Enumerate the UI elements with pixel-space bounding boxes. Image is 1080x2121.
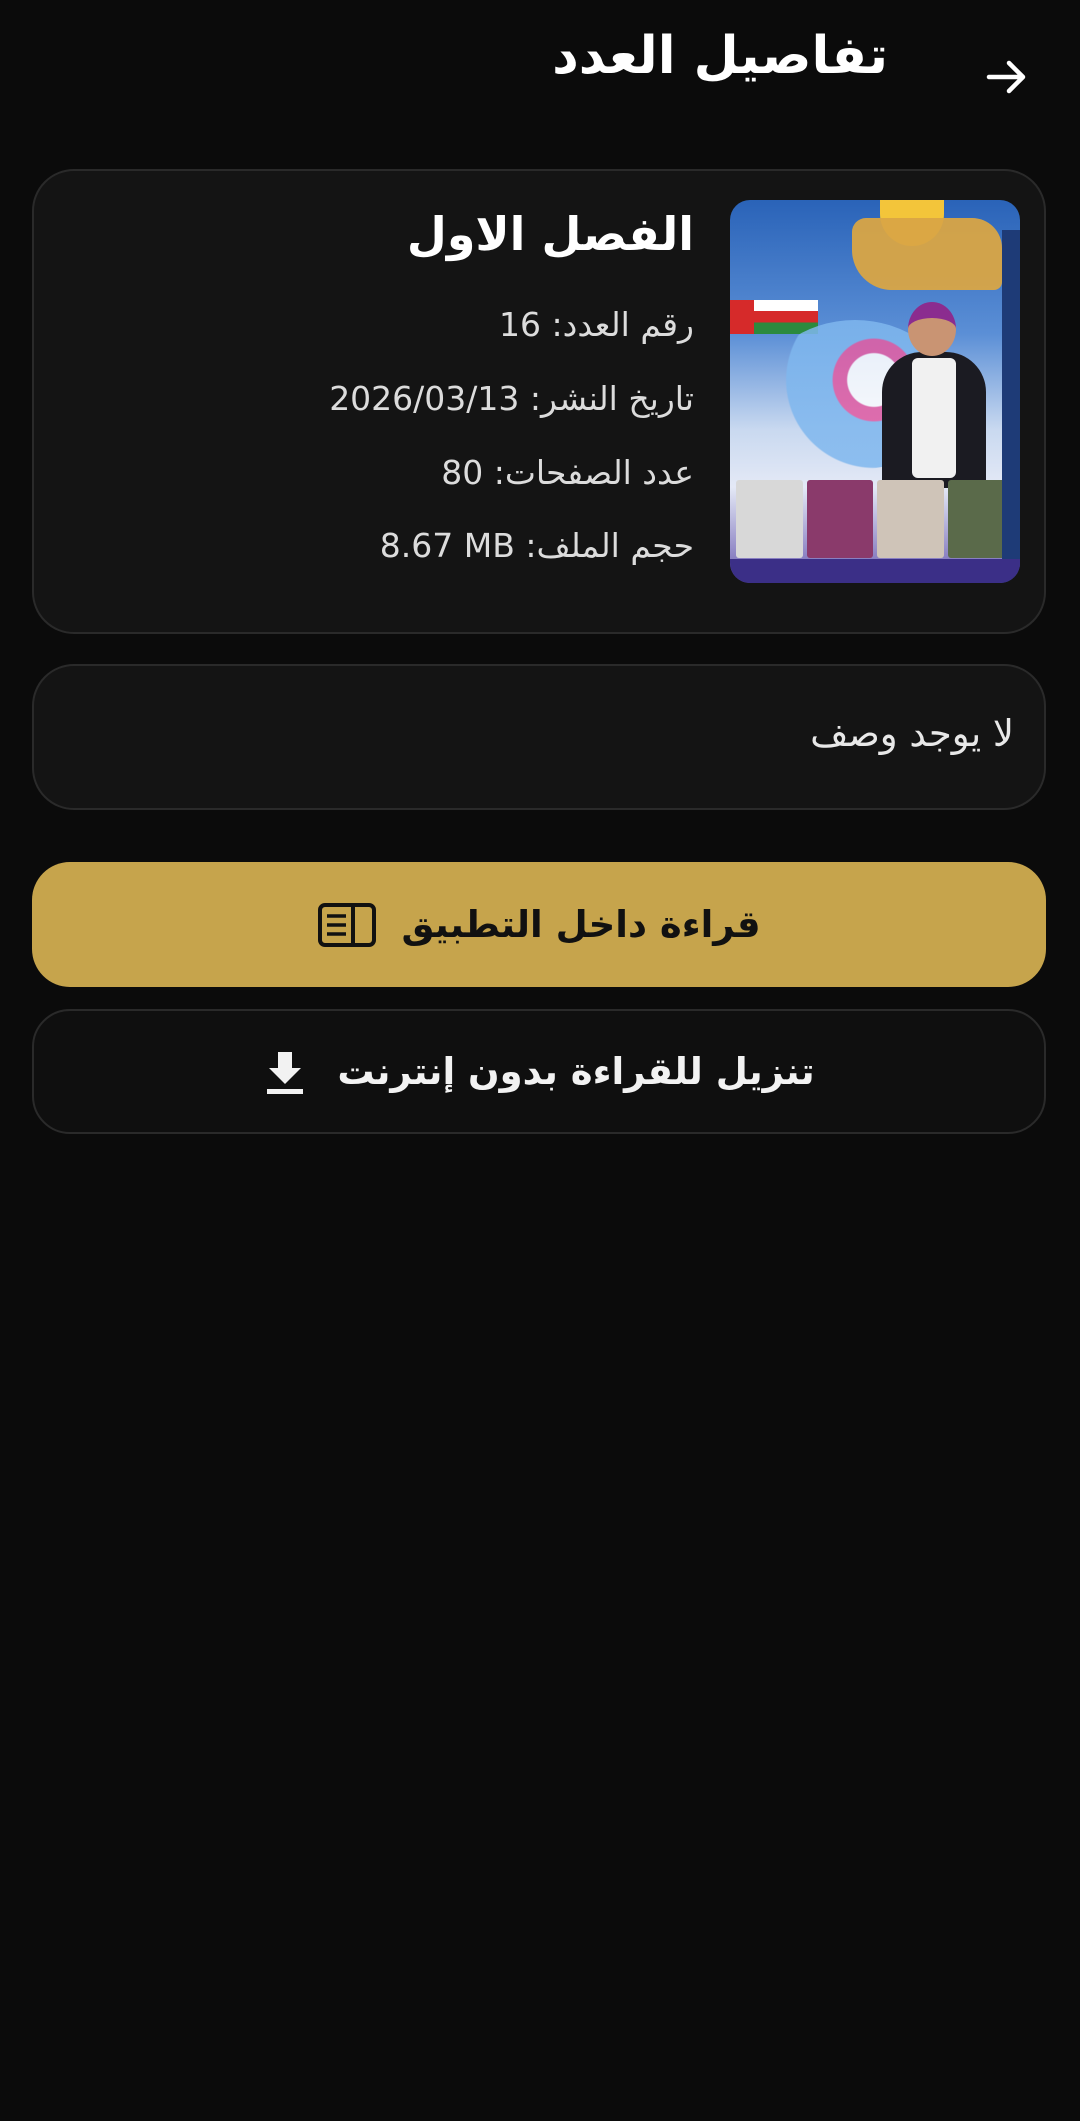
issue-number-value: 16	[499, 305, 542, 344]
publish-date-value: 2026/03/13	[329, 379, 520, 418]
file-size-row: حجم الملف: 8.67 MB	[380, 526, 694, 565]
issue-title: الفصل الاول	[406, 207, 694, 261]
publish-date-row: تاريخ النشر: 2026/03/13	[329, 379, 694, 418]
app-header: تفاصيل العدد	[0, 0, 1080, 140]
description-text: لا يوجد وصف	[810, 712, 1014, 755]
file-size-value: 8.67 MB	[379, 526, 515, 565]
issue-details-card: الفصل الاول رقم العدد: 16 تاريخ النشر: 2…	[32, 169, 1046, 634]
download-icon	[263, 1048, 307, 1096]
download-offline-button[interactable]: تنزيل للقراءة بدون إنترنت	[32, 1009, 1046, 1134]
issue-number-row: رقم العدد: 16	[499, 305, 694, 344]
read-in-app-label: قراءة داخل التطبيق	[401, 903, 761, 946]
back-button[interactable]	[975, 45, 1039, 109]
page-count-row: عدد الصفحات: 80	[441, 453, 694, 492]
reader-mode-icon	[317, 901, 377, 949]
description-card: لا يوجد وصف	[32, 664, 1046, 810]
read-in-app-button[interactable]: قراءة داخل التطبيق	[32, 862, 1046, 987]
download-offline-label: تنزيل للقراءة بدون إنترنت	[337, 1050, 815, 1093]
arrow-right-icon	[983, 53, 1031, 101]
page-title: تفاصيل العدد	[552, 26, 888, 86]
page-count-label: عدد الصفحات:	[493, 453, 694, 492]
publish-date-label: تاريخ النشر:	[529, 379, 694, 418]
issue-number-label: رقم العدد:	[551, 305, 694, 344]
file-size-label: حجم الملف:	[525, 526, 694, 565]
page-count-value: 80	[441, 453, 484, 492]
magazine-cover-image[interactable]	[730, 200, 1020, 583]
